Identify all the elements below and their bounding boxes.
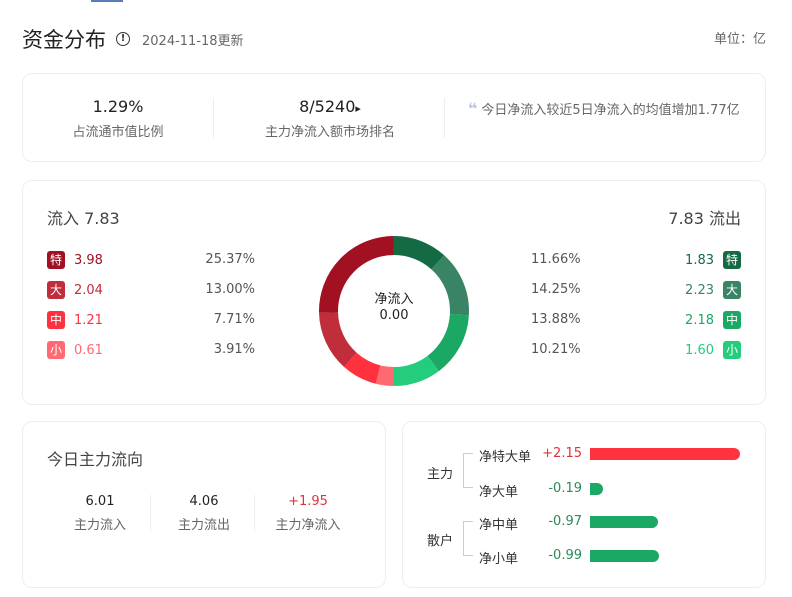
divider [150, 495, 151, 531]
outflow-row: 2.23 大 [685, 280, 741, 300]
note-text: 今日净流入较近5日净流入的均值增加1.77亿 [481, 103, 740, 118]
ratio-value: 1.29% [92, 97, 144, 116]
main-flow-label: 主力流入 [73, 518, 126, 533]
order-size-tag: 小 [47, 341, 65, 359]
bracket [463, 453, 473, 488]
outflow-value: 2.23 [685, 282, 714, 298]
inflow-row: 小 0.61 [47, 340, 103, 360]
donut-segment [319, 311, 357, 367]
group-retail: 散户 [427, 534, 454, 549]
net-inflow-value: 0.00 [379, 308, 409, 323]
net-order-label: 净特大单 [479, 450, 532, 465]
order-size-tag: 特 [47, 251, 65, 269]
net-order-value: -0.19 [548, 481, 582, 496]
order-size-tag: 大 [723, 281, 741, 299]
caret-right-icon[interactable]: ▸ [355, 102, 361, 115]
rank-label: 主力净流入额市场排名 [264, 125, 395, 140]
ratio-label: 占流通市值比例 [72, 125, 164, 140]
inflow-percent: 25.37% [205, 252, 255, 267]
net-order-bar [590, 550, 660, 562]
outflow-row: 1.60 小 [685, 340, 741, 360]
net-order-bar [590, 483, 604, 495]
main-flow-stat: 6.01 主力流入 [48, 494, 152, 533]
unit-label: 单位：亿 [713, 32, 766, 47]
info-icon[interactable]: ! [116, 32, 130, 46]
donut-segment [375, 365, 395, 386]
main-flow-stat: +1.95 主力净流入 [256, 494, 360, 533]
outflow-row: 2.18 中 [685, 310, 741, 330]
bracket [463, 521, 473, 556]
order-size-tag: 小 [723, 341, 741, 359]
divider [254, 495, 255, 531]
donut-segment [393, 236, 445, 270]
outflow-percent: 11.66% [531, 252, 581, 267]
outflow-percent: 14.25% [531, 282, 581, 297]
rank-stat[interactable]: 8/5240▸ 主力净流入额市场排名 [240, 97, 420, 140]
outflow-value: 1.83 [685, 252, 714, 268]
net-order-bar [590, 448, 740, 460]
net-order-label: 净小单 [479, 552, 519, 567]
section-header: 资金分布 ! 2024-11-18更新 [22, 24, 244, 54]
net-order-value: -0.99 [548, 548, 582, 563]
inflow-value: 3.98 [74, 252, 103, 268]
order-size-tag: 大 [47, 281, 65, 299]
main-flow-value: 6.01 [85, 494, 115, 509]
ratio-stat: 1.29% 占流通市值比例 [48, 97, 188, 140]
outflow-percent: 10.21% [531, 342, 581, 357]
divider [444, 98, 445, 138]
inflow-percent: 7.71% [213, 312, 255, 327]
page-title: 资金分布 [22, 28, 106, 52]
active-tab-indicator [91, 0, 123, 2]
rank-value[interactable]: 8/5240 [299, 97, 355, 116]
outflow-value: 2.18 [685, 312, 714, 328]
net-inflow-label: 净流入 [374, 292, 414, 307]
donut-segment [343, 352, 381, 384]
net-order-value: -0.97 [548, 514, 582, 529]
order-size-tag: 中 [47, 311, 65, 329]
inflow-row: 特 3.98 [47, 250, 103, 270]
inflow-total: 流入 7.83 [47, 209, 120, 228]
quote-icon: ❝ [468, 99, 478, 118]
net-order-value: +2.15 [542, 446, 582, 461]
outflow-total: 7.83 流出 [668, 209, 741, 228]
net-bars-card [402, 421, 766, 588]
inflow-value: 0.61 [74, 342, 103, 358]
update-date: 2024-11-18更新 [142, 33, 244, 49]
net-order-label: 净中单 [479, 518, 519, 533]
comparison-note: ❝ 今日净流入较近5日净流入的均值增加1.77亿 [468, 99, 758, 121]
net-order-bar [590, 516, 658, 528]
inflow-row: 大 2.04 [47, 280, 103, 300]
net-order-label: 净大单 [479, 485, 519, 500]
divider [213, 98, 214, 138]
donut-segment [427, 313, 469, 372]
inflow-percent: 3.91% [213, 342, 255, 357]
outflow-value: 1.60 [685, 342, 714, 358]
outflow-row: 1.83 特 [685, 250, 741, 270]
order-size-tag: 特 [723, 251, 741, 269]
order-size-tag: 中 [723, 311, 741, 329]
outflow-percent: 13.88% [531, 312, 581, 327]
donut-segment [431, 255, 469, 316]
main-flow-stat: 4.06 主力流出 [152, 494, 256, 533]
main-flow-label: 主力净流入 [275, 518, 341, 533]
inflow-row: 中 1.21 [47, 310, 103, 330]
inflow-percent: 13.00% [205, 282, 255, 297]
inflow-value: 2.04 [74, 282, 103, 298]
main-flow-label: 主力流出 [177, 518, 230, 533]
main-flow-title: 今日主力流向 [47, 450, 144, 469]
inflow-value: 1.21 [74, 312, 103, 328]
donut-segment [393, 355, 439, 386]
main-flow-value: 4.06 [189, 494, 219, 509]
group-main: 主力 [427, 467, 454, 482]
main-flow-value: +1.95 [288, 494, 328, 509]
